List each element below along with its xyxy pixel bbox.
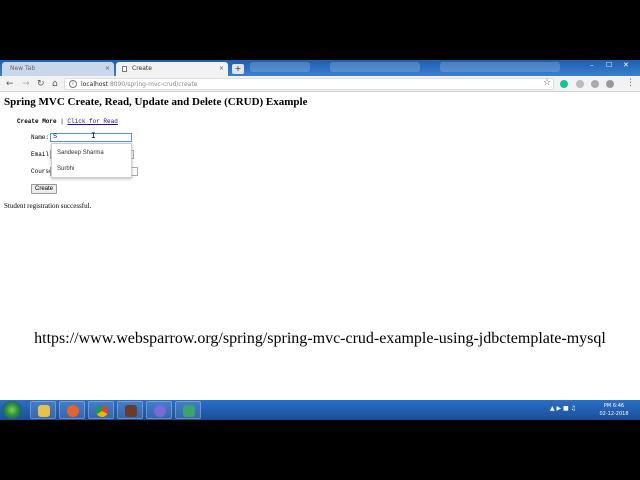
create-button[interactable]: Create	[31, 184, 57, 194]
clock[interactable]: PM 6:46 02-12-2018	[598, 402, 630, 418]
taskbar-explorer[interactable]	[30, 401, 56, 419]
reload-icon[interactable]: ↻	[37, 77, 45, 91]
success-message: Student registration successful.	[4, 202, 92, 210]
tab-strip: New Tab × Create × + – ☐ ✕	[0, 60, 640, 76]
taskbar-eclipse[interactable]	[146, 401, 172, 419]
url-text: localhost:8090/spring-mvc-crud/create	[81, 79, 197, 90]
page-content: Spring MVC Create, Read, Update and Dele…	[0, 93, 640, 403]
taskbar-app[interactable]	[175, 401, 201, 419]
url-path: :8090/spring-mvc-crud/create	[107, 81, 198, 88]
start-button[interactable]	[2, 401, 22, 419]
taskbar-app[interactable]	[117, 401, 143, 419]
extension-icon[interactable]	[576, 80, 584, 88]
windows-taskbar: ▲ ▶ ■ ♫ PM 6:46 02-12-2018	[0, 400, 640, 420]
extension-icon[interactable]	[591, 80, 599, 88]
text-cursor-icon: I	[91, 132, 96, 141]
firefox-icon	[67, 405, 79, 417]
autocomplete-option[interactable]: Sandeep Sharma	[57, 150, 104, 156]
eclipse-icon	[154, 405, 166, 417]
separator: |	[56, 118, 68, 125]
menu-icon[interactable]: ⋮	[626, 78, 635, 88]
reference-url-caption: https://www.websparrow.org/spring/spring…	[34, 330, 606, 347]
page-icon	[122, 66, 127, 72]
minimize-icon[interactable]: –	[590, 61, 594, 69]
system-tray[interactable]: ▲ ▶ ■ ♫	[550, 405, 576, 412]
tab-title: Create	[132, 65, 152, 72]
tabstrip-decoration	[330, 62, 420, 72]
create-more-label: Create More	[17, 118, 57, 125]
star-icon[interactable]: ☆	[543, 78, 551, 88]
autocomplete-option[interactable]: Surbhi	[57, 166, 74, 172]
window-close-icon[interactable]: ✕	[623, 61, 629, 69]
home-icon[interactable]: ⌂	[52, 77, 58, 91]
nav-links: Create More | Click for Read	[17, 118, 118, 125]
forward-icon[interactable]: →	[22, 77, 30, 91]
maximize-icon[interactable]: ☐	[606, 61, 612, 69]
tab-new-tab[interactable]: New Tab ×	[2, 62, 114, 76]
clock-time: PM 6:46	[603, 403, 625, 409]
app-f-icon	[183, 405, 195, 417]
app-icon	[125, 405, 137, 417]
url-host: localhost	[81, 81, 108, 88]
grammarly-icon[interactable]	[560, 80, 568, 88]
info-icon[interactable]: i	[69, 80, 77, 88]
profile-icon[interactable]	[606, 80, 614, 88]
chrome-icon	[96, 405, 108, 417]
clock-date: 02-12-2018	[599, 411, 629, 417]
read-link[interactable]: Click for Read	[67, 118, 117, 125]
name-label: Name:	[31, 134, 50, 141]
autocomplete-dropdown: Sandeep Sharma Surbhi	[51, 143, 132, 178]
browser-toolbar: ← → ↻ ⌂ i localhost:8090/spring-mvc-crud…	[0, 76, 640, 92]
tabstrip-decoration	[250, 62, 310, 72]
tab-create[interactable]: Create ×	[116, 62, 228, 76]
new-tab-button[interactable]: +	[232, 64, 244, 74]
taskbar-firefox[interactable]	[59, 401, 85, 419]
address-bar[interactable]: i localhost:8090/spring-mvc-crud/create …	[64, 78, 554, 90]
tabstrip-decoration	[440, 62, 560, 72]
back-icon[interactable]: ←	[6, 77, 14, 91]
page-title: Spring MVC Create, Read, Update and Dele…	[4, 96, 308, 108]
screen: New Tab × Create × + – ☐ ✕ ← → ↻ ⌂ i loc…	[0, 60, 640, 420]
close-icon[interactable]: ×	[219, 62, 224, 76]
tab-title: New Tab	[10, 65, 36, 72]
folder-icon	[38, 405, 50, 417]
close-icon[interactable]: ×	[105, 62, 110, 76]
taskbar-chrome[interactable]	[88, 401, 114, 419]
